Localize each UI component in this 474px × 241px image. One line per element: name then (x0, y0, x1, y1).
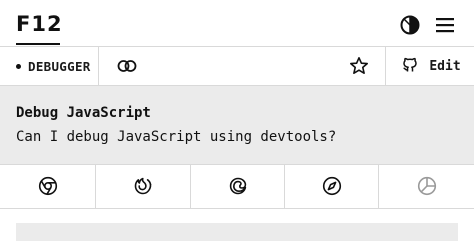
github-icon (401, 55, 419, 77)
feature-card: Debug JavaScript Can I debug JavaScript … (0, 86, 474, 164)
firefox-icon[interactable] (96, 164, 190, 208)
category-badge[interactable]: DEBUGGER (16, 47, 91, 85)
safari-icon[interactable] (285, 164, 378, 208)
browser-support-row (0, 164, 474, 208)
category-label: DEBUGGER (28, 58, 91, 74)
toolbar: DEBUGGER Edit (0, 47, 474, 85)
badge-dot (16, 63, 21, 69)
logo-underline (16, 43, 60, 45)
star-icon[interactable] (344, 47, 374, 85)
chrome-icon[interactable] (0, 164, 95, 208)
hamburger-menu-icon[interactable] (434, 14, 456, 36)
feature-question: Can I debug JavaScript using devtools? (16, 129, 337, 145)
toolbar-divider (385, 47, 386, 85)
contrast-icon[interactable] (399, 14, 421, 36)
edit-on-github-button[interactable]: Edit (388, 47, 474, 85)
ie-icon[interactable] (379, 164, 474, 208)
feature-title: Debug JavaScript (16, 105, 151, 121)
loading-placeholder (16, 223, 458, 241)
edge-icon[interactable] (191, 164, 284, 208)
site-logo[interactable]: F12 (16, 12, 63, 36)
top-header: F12 (0, 0, 474, 46)
edit-label: Edit (429, 58, 461, 74)
link-icon[interactable] (112, 47, 142, 85)
browser-row-divider (0, 208, 474, 209)
toolbar-divider (98, 47, 99, 85)
